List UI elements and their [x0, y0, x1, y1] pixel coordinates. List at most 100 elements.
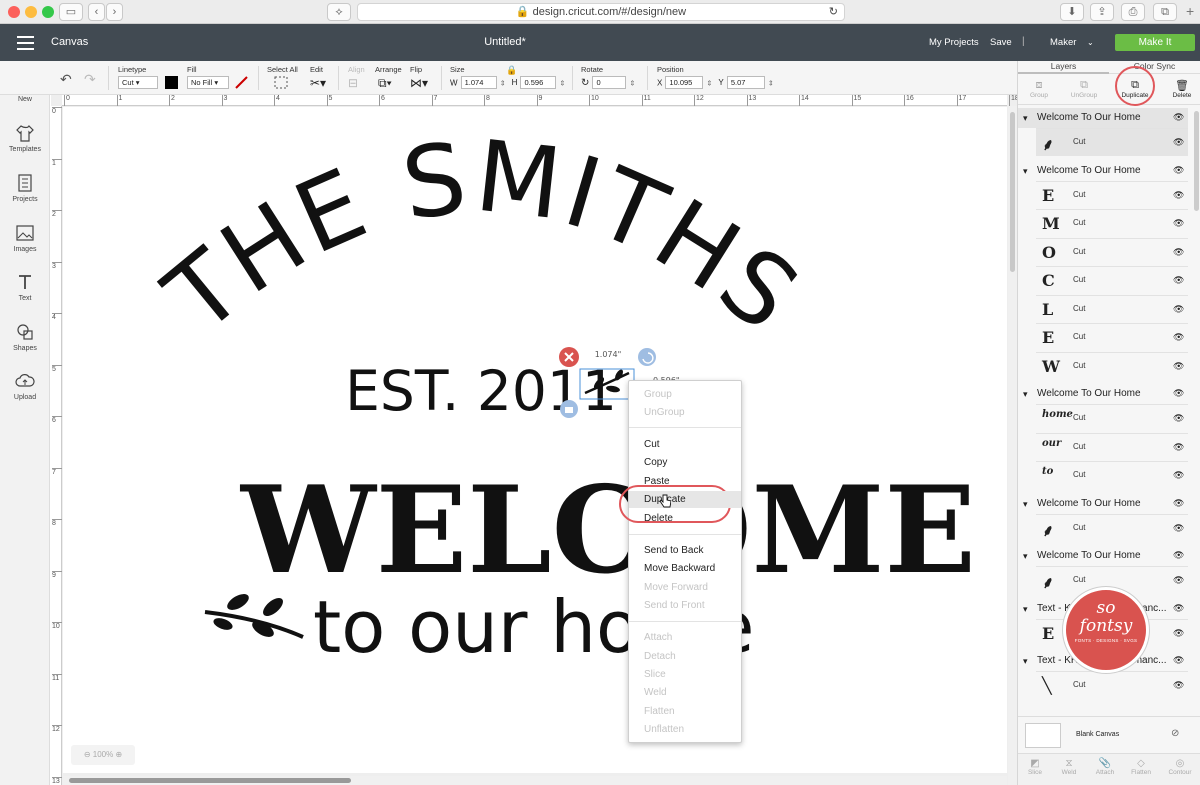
menu-item-paste[interactable]: Paste: [644, 476, 670, 487]
linetype-select[interactable]: Cut ▾: [118, 76, 158, 89]
menu-item-move-forward[interactable]: Move Forward: [644, 582, 708, 593]
forward-icon[interactable]: ›: [106, 3, 123, 21]
eye-icon[interactable]: 👁: [1173, 442, 1184, 453]
zoom-window-button[interactable]: [42, 6, 54, 18]
layers-delete-button[interactable]: 🗑 Delete: [1168, 79, 1196, 99]
redo-icon[interactable]: ↷: [84, 71, 96, 88]
sidebar-toggle-icon[interactable]: ▭: [59, 3, 83, 21]
tabs-icon[interactable]: ⧉: [1153, 3, 1177, 21]
layer-row[interactable]: ⸙ Cut: [1036, 128, 1188, 156]
menu-item-attach[interactable]: Attach: [644, 632, 672, 643]
caret-down-icon[interactable]: ▾: [1023, 494, 1028, 514]
eye-icon[interactable]: 👁: [1173, 247, 1184, 258]
menu-item-send-to-front[interactable]: Send to Front: [644, 600, 705, 611]
width-input[interactable]: 1.074: [460, 76, 497, 89]
menu-item-move-backward[interactable]: Move Backward: [644, 563, 715, 574]
caret-down-icon[interactable]: ▾: [1023, 546, 1028, 566]
minimize-window-button[interactable]: [25, 6, 37, 18]
vertical-scrollbar[interactable]: [1008, 106, 1017, 785]
layers-group-button[interactable]: ⧈ Group: [1023, 79, 1055, 99]
eye-icon[interactable]: 👁: [1173, 680, 1184, 691]
zoom-out-icon[interactable]: ⊖: [84, 750, 91, 759]
design-canvas[interactable]: THE SMITHS EST. 2011 WELCOME to our home: [63, 107, 1007, 773]
menu-item-send-to-back[interactable]: Send to Back: [644, 545, 703, 556]
menu-item-ungroup[interactable]: UnGroup: [644, 407, 685, 418]
sidebar-item-projects[interactable]: Projects: [0, 173, 50, 203]
menu-item-unflatten[interactable]: Unflatten: [644, 724, 684, 735]
sidebar-item-images[interactable]: Images: [0, 223, 50, 253]
layer-row[interactable]: M Cut: [1036, 209, 1188, 237]
attach-button[interactable]: 📎 Attach: [1090, 758, 1120, 776]
caret-down-icon[interactable]: ▾: [1023, 384, 1028, 404]
eye-icon[interactable]: 👁: [1173, 218, 1184, 229]
layers-duplicate-button[interactable]: ⧉ Duplicate: [1116, 79, 1154, 99]
close-window-button[interactable]: [8, 6, 20, 18]
layer-row[interactable]: our Cut: [1036, 432, 1188, 461]
layer-row[interactable]: L Cut: [1036, 294, 1188, 323]
flip-menu-button[interactable]: Flip ⋈▾: [410, 65, 428, 90]
eye-icon[interactable]: 👁: [1173, 413, 1184, 424]
linetype-color-swatch[interactable]: [165, 76, 179, 89]
eye-icon[interactable]: 👁: [1173, 361, 1184, 372]
eye-icon[interactable]: 👁: [1173, 470, 1184, 481]
layer-group-header[interactable]: ▾ Welcome To Our Home: [1018, 108, 1188, 128]
caret-down-icon[interactable]: ▾: [1023, 108, 1028, 128]
caret-down-icon[interactable]: ▾: [1023, 599, 1028, 619]
eye-icon[interactable]: 👁: [1173, 498, 1184, 509]
eye-icon[interactable]: 👁: [1173, 655, 1184, 666]
zoom-control[interactable]: ⊖ 100% ⊕: [71, 745, 135, 765]
eye-icon[interactable]: 👁: [1173, 332, 1184, 343]
zoom-in-icon[interactable]: ⊕: [115, 750, 122, 759]
menu-item-slice[interactable]: Slice: [644, 669, 666, 680]
menu-item-group[interactable]: Group: [644, 389, 672, 400]
menu-item-delete[interactable]: Delete: [644, 513, 673, 524]
layer-row[interactable]: O Cut: [1036, 237, 1188, 266]
print-icon[interactable]: ⎙: [1121, 3, 1145, 21]
eye-icon[interactable]: 👁: [1173, 190, 1184, 201]
edit-menu-button[interactable]: Edit ✂▾: [310, 65, 326, 90]
horizontal-scroll-thumb[interactable]: [69, 778, 351, 783]
layer-row[interactable]: to Cut: [1036, 461, 1188, 489]
make-it-button[interactable]: Make It: [1115, 34, 1195, 51]
menu-item-flatten[interactable]: Flatten: [644, 706, 675, 717]
rotate-handle-icon[interactable]: [638, 348, 656, 366]
my-projects-button[interactable]: My Projects: [929, 37, 979, 48]
tab-layers[interactable]: Layers: [1018, 61, 1109, 74]
weld-button[interactable]: ⧖ Weld: [1056, 758, 1082, 776]
back-icon[interactable]: ‹: [88, 3, 105, 21]
rotate-input[interactable]: 0: [592, 76, 627, 89]
layer-group-header[interactable]: ▾ Welcome To Our Home: [1018, 161, 1188, 181]
eye-icon[interactable]: 👁: [1173, 523, 1184, 534]
lock-proportions-icon[interactable]: 🔒: [506, 65, 517, 76]
flatten-button[interactable]: ◇ Flatten: [1126, 758, 1156, 776]
eye-icon[interactable]: 👁: [1173, 388, 1184, 399]
site-logo-icon[interactable]: ⟡: [327, 3, 351, 21]
horizontal-scrollbar[interactable]: [63, 776, 1007, 785]
layers-ungroup-button[interactable]: ⧉ UnGroup: [1066, 79, 1102, 99]
layer-row[interactable]: W Cut: [1036, 351, 1188, 380]
caret-down-icon[interactable]: ▾: [1023, 161, 1028, 181]
sidebar-item-upload[interactable]: Upload: [0, 371, 50, 401]
eye-icon[interactable]: 👁: [1173, 112, 1184, 123]
y-position-input[interactable]: 5.07: [726, 76, 765, 89]
vertical-scroll-thumb[interactable]: [1010, 112, 1015, 272]
x-position-input[interactable]: 10.095: [665, 76, 704, 89]
address-bar[interactable]: 🔒 design.cricut.com/#/design/new ↻: [357, 3, 845, 21]
layer-scroll-thumb[interactable]: [1194, 111, 1199, 211]
machine-select[interactable]: Maker ⌄: [1050, 37, 1094, 48]
eye-icon[interactable]: 👁: [1173, 628, 1184, 639]
layer-row[interactable]: ╲ Cut: [1036, 671, 1188, 699]
layer-row[interactable]: E Cut: [1036, 323, 1188, 351]
slice-button[interactable]: ◩ Slice: [1022, 758, 1048, 776]
no-fill-swatch-icon[interactable]: [235, 76, 248, 89]
sidebar-item-text[interactable]: Text: [0, 272, 50, 302]
layer-row[interactable]: home Cut: [1036, 404, 1188, 432]
hidden-eye-icon[interactable]: ⊘: [1171, 728, 1179, 739]
sidebar-item-templates[interactable]: Templates: [0, 123, 50, 153]
lock-handle-icon[interactable]: [560, 400, 578, 418]
align-menu-button[interactable]: Align ⊟: [348, 65, 365, 90]
sidebar-item-shapes[interactable]: Shapes: [0, 322, 50, 352]
delete-handle-icon[interactable]: [559, 347, 579, 367]
layer-group-header[interactable]: ▾ Welcome To Our Home: [1018, 494, 1188, 514]
reload-icon[interactable]: ↻: [829, 4, 838, 20]
